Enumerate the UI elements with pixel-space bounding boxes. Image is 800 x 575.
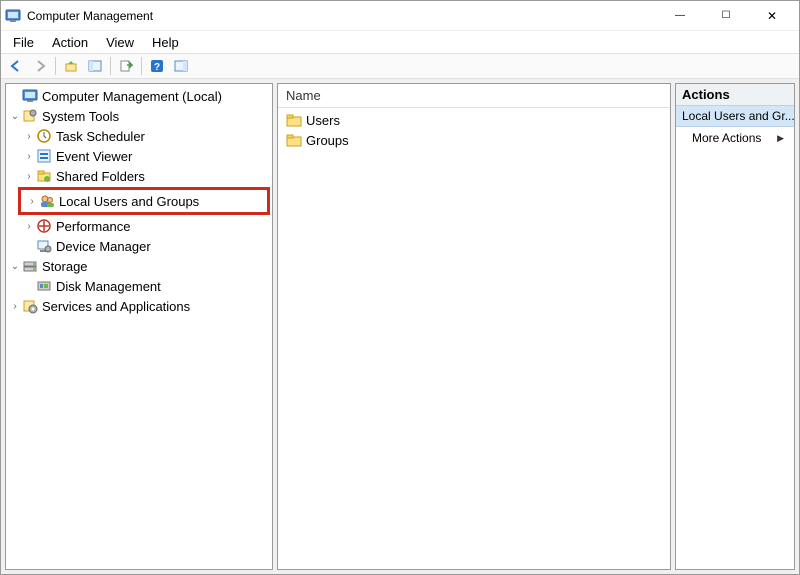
tools-icon: [22, 108, 38, 124]
titlebar: Computer Management — ☐ ✕: [1, 1, 799, 31]
menu-help[interactable]: Help: [144, 33, 187, 52]
tree-local-users-and-groups[interactable]: › Local Users and Groups: [21, 191, 267, 211]
menu-action[interactable]: Action: [44, 33, 96, 52]
highlight-box: › Local Users and Groups: [18, 187, 270, 215]
disk-management-icon: [36, 278, 52, 294]
tree-label: Event Viewer: [56, 149, 132, 164]
list-item-groups[interactable]: Groups: [282, 130, 666, 150]
users-groups-icon: [39, 193, 55, 209]
forward-button[interactable]: [29, 55, 51, 77]
tree-performance[interactable]: › Performance: [6, 216, 272, 236]
menu-view[interactable]: View: [98, 33, 142, 52]
tree-label: Device Manager: [56, 239, 151, 254]
main-area: Computer Management (Local) ⌄ System Too…: [1, 79, 799, 574]
actions-header: Actions: [676, 84, 794, 106]
tree-disk-management[interactable]: Disk Management: [6, 276, 272, 296]
actions-section-header[interactable]: Local Users and Gr... ▲: [676, 106, 794, 127]
tree-label: Performance: [56, 219, 130, 234]
window-title: Computer Management: [27, 9, 153, 23]
folder-icon: [286, 112, 302, 128]
chevron-right-icon: ▶: [777, 133, 784, 144]
tree-label: Disk Management: [56, 279, 161, 294]
expander-icon[interactable]: ›: [25, 196, 39, 207]
tree-system-tools[interactable]: ⌄ System Tools: [6, 106, 272, 126]
expander-open-icon[interactable]: ⌄: [8, 111, 22, 122]
clock-icon: [36, 128, 52, 144]
tree-label: Shared Folders: [56, 169, 145, 184]
toolbar-separator: [110, 57, 111, 75]
expander-open-icon[interactable]: ⌄: [8, 261, 22, 272]
tree-shared-folders[interactable]: › Shared Folders: [6, 166, 272, 186]
toolbar-separator: [141, 57, 142, 75]
actions-pane: Actions Local Users and Gr... ▲ More Act…: [675, 83, 795, 570]
menubar: File Action View Help: [1, 31, 799, 53]
expander-icon[interactable]: ›: [22, 171, 36, 182]
list-item-label: Users: [306, 113, 340, 128]
minimize-button[interactable]: —: [657, 1, 703, 31]
actions-section-label: Local Users and Gr...: [682, 109, 794, 123]
toolbar-separator: [55, 57, 56, 75]
storage-icon: [22, 258, 38, 274]
performance-icon: [36, 218, 52, 234]
list-pane: Name Users Groups: [277, 83, 671, 570]
list-item-label: Groups: [306, 133, 349, 148]
tree-label: Computer Management (Local): [42, 89, 222, 104]
up-button[interactable]: [60, 55, 82, 77]
folder-icon: [286, 132, 302, 148]
expander-icon[interactable]: ›: [22, 221, 36, 232]
tree-label: System Tools: [42, 109, 119, 124]
app-icon: [5, 8, 21, 24]
show-hide-action-pane-button[interactable]: [170, 55, 192, 77]
tree-label: Storage: [42, 259, 88, 274]
tree-pane: Computer Management (Local) ⌄ System Too…: [5, 83, 273, 570]
maximize-button[interactable]: ☐: [703, 1, 749, 31]
tree-label: Services and Applications: [42, 299, 190, 314]
tree-event-viewer[interactable]: › Event Viewer: [6, 146, 272, 166]
svg-text:?: ?: [154, 62, 160, 73]
services-apps-icon: [22, 298, 38, 314]
column-name: Name: [286, 88, 321, 103]
tree-label: Local Users and Groups: [59, 194, 199, 209]
tree-root[interactable]: Computer Management (Local): [6, 86, 272, 106]
list-body: Users Groups: [278, 108, 670, 152]
navigation-tree: Computer Management (Local) ⌄ System Too…: [6, 86, 272, 316]
expander-icon[interactable]: ›: [22, 131, 36, 142]
action-label: More Actions: [692, 131, 761, 145]
tree-task-scheduler[interactable]: › Task Scheduler: [6, 126, 272, 146]
menu-file[interactable]: File: [5, 33, 42, 52]
close-button[interactable]: ✕: [749, 1, 795, 31]
list-item-users[interactable]: Users: [282, 110, 666, 130]
expander-icon[interactable]: ›: [22, 151, 36, 162]
computer-management-icon: [22, 88, 38, 104]
tree-services-applications[interactable]: › Services and Applications: [6, 296, 272, 316]
shared-folder-icon: [36, 168, 52, 184]
help-button[interactable]: ?: [146, 55, 168, 77]
event-viewer-icon: [36, 148, 52, 164]
tree-label: Task Scheduler: [56, 129, 145, 144]
tree-device-manager[interactable]: Device Manager: [6, 236, 272, 256]
back-button[interactable]: [5, 55, 27, 77]
toolbar: ?: [1, 53, 799, 79]
export-button[interactable]: [115, 55, 137, 77]
expander-icon[interactable]: ›: [8, 301, 22, 312]
device-manager-icon: [36, 238, 52, 254]
action-more-actions[interactable]: More Actions ▶: [676, 127, 794, 149]
tree-storage[interactable]: ⌄ Storage: [6, 256, 272, 276]
show-hide-tree-button[interactable]: [84, 55, 106, 77]
list-column-header[interactable]: Name: [278, 84, 670, 108]
